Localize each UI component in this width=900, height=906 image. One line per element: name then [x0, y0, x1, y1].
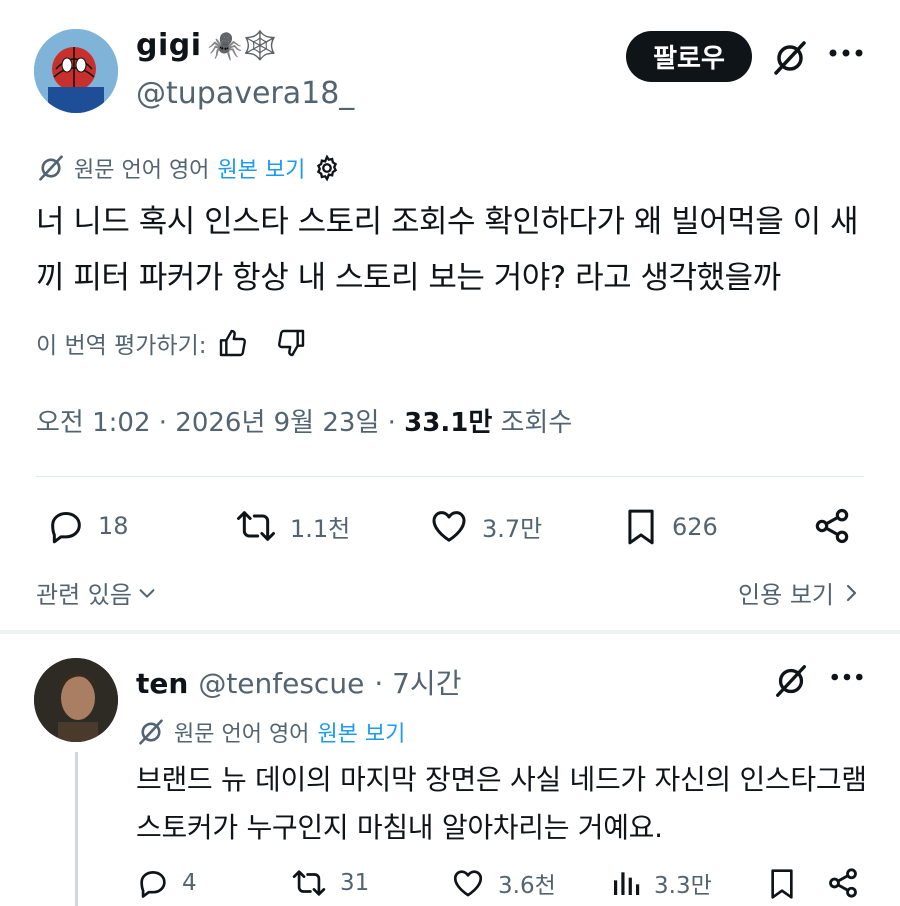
share-icon: [826, 866, 860, 900]
repost-count: 1.1천: [290, 514, 351, 543]
reply-reply-count: 4: [182, 870, 197, 896]
follow-button[interactable]: 팔로우: [626, 31, 752, 82]
post-meta: 오전 1:02 · 2026년 9월 23일 · 33.1만 조회수: [36, 402, 572, 439]
analytics-bars-icon: [610, 866, 642, 900]
reply-translation-info: 원문 언어 영어 원본 보기: [136, 716, 405, 748]
author-name-text: gigi: [136, 28, 202, 63]
translation-source-label: 원문 언어 영어: [74, 158, 210, 183]
reply-author-handle[interactable]: @tenfescue: [198, 667, 364, 700]
bookmark-icon: [766, 866, 798, 902]
heart-icon: [428, 506, 470, 546]
post-timestamp[interactable]: 오전 1:02 · 2026년 9월 23일 ·: [36, 408, 404, 438]
post-text: 너 니드 혹시 인스타 스토리 조회수 확인하다가 왜 빌어먹을 이 새끼 피터…: [36, 204, 859, 296]
thumbs-down-icon[interactable]: [275, 327, 307, 359]
author-name-emoji: 🕷️🕸️: [207, 29, 279, 62]
reply-share-button[interactable]: [826, 866, 860, 900]
grok-icon[interactable]: [770, 38, 810, 78]
repost-icon: [234, 506, 278, 546]
like-count: 3.7만: [482, 514, 543, 543]
reply-header: ten @tenfescue · 7시간: [136, 662, 461, 702]
reply-icon: [46, 506, 86, 546]
reply-bookmark-button[interactable]: [766, 866, 798, 902]
reply-time[interactable]: · 7시간: [374, 662, 461, 702]
author-avatar[interactable]: [34, 29, 118, 113]
reply-author-name[interactable]: ten: [136, 667, 188, 700]
reply-icon: [136, 866, 170, 900]
reply-grok-translate-icon: [136, 717, 166, 747]
bookmark-count: 626: [672, 513, 718, 541]
bookmark-button[interactable]: 626: [622, 506, 718, 548]
reply-text: 브랜드 뉴 데이의 마지막 장면은 사실 네드가 자신의 인스타그램 스토커가 …: [136, 763, 867, 844]
view-quotes-link[interactable]: 인용 보기: [738, 575, 860, 610]
translation-info: 원문 언어 영어 원본 보기: [36, 152, 341, 184]
reply-reply-button[interactable]: 4: [136, 866, 197, 900]
rate-translation-label: 이 번역 평가하기:: [36, 333, 207, 359]
reply-views-count: 3.3만: [654, 873, 712, 899]
reply-repost-button[interactable]: 31: [290, 866, 369, 900]
thumbs-up-icon[interactable]: [217, 327, 249, 359]
reply-count: 18: [98, 512, 129, 540]
reply-repost-count: 31: [340, 870, 370, 896]
like-button[interactable]: 3.7만: [428, 506, 542, 546]
reply-show-original-link[interactable]: 원본 보기: [317, 716, 405, 748]
author-handle[interactable]: @tupavera18_: [136, 76, 354, 111]
thread-line: [75, 752, 78, 906]
related-label: 관련 있음: [36, 581, 132, 609]
repost-button[interactable]: 1.1천: [234, 506, 350, 546]
reply-translation-source-label: 원문 언어 영어: [174, 722, 310, 747]
show-original-link[interactable]: 원본 보기: [217, 152, 305, 184]
repost-icon: [290, 866, 328, 900]
more-options-icon[interactable]: [828, 48, 864, 58]
grok-translate-icon: [36, 153, 66, 183]
reply-like-button[interactable]: 3.6천: [450, 866, 556, 900]
related-toggle[interactable]: 관련 있음: [36, 575, 158, 610]
reply-author-avatar[interactable]: [34, 658, 118, 742]
author-display-name[interactable]: gigi 🕷️🕸️: [136, 28, 278, 63]
views-label: 조회수: [492, 408, 573, 438]
views-count: 33.1만: [404, 408, 493, 438]
reply-grok-icon[interactable]: [772, 662, 810, 700]
view-quotes-label: 인용 보기: [738, 581, 834, 609]
chevron-down-icon: [136, 582, 158, 604]
heart-icon: [450, 866, 486, 900]
bookmark-icon: [622, 506, 660, 548]
reply-views-button[interactable]: 3.3만: [610, 866, 712, 900]
chevron-right-icon: [842, 581, 860, 605]
reply-like-count: 3.6천: [498, 873, 556, 899]
settings-gear-icon[interactable]: [313, 154, 341, 182]
share-button[interactable]: [812, 506, 852, 546]
rate-translation: 이 번역 평가하기:: [36, 326, 307, 360]
divider: [36, 476, 864, 477]
reply-button[interactable]: 18: [46, 506, 129, 546]
section-divider: [0, 630, 900, 634]
reply-more-options-icon[interactable]: [830, 672, 864, 682]
share-icon: [812, 506, 852, 546]
